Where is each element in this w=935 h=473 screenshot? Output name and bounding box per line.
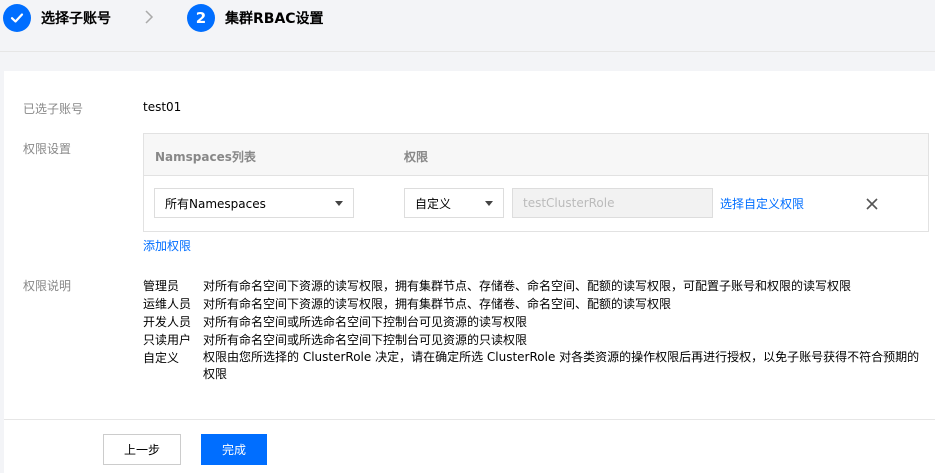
role-custom: 自定义 <box>143 351 180 365</box>
role-dev-desc: 对所有命名空间或所选命名空间下控制台可见资源的读写权限 <box>203 315 528 329</box>
role-custom-desc: 权限由您所选择的 ClusterRole 决定，请在确定所选 ClusterRo… <box>203 350 920 381</box>
rbac-form-card: 已选子账号 test01 权限设置 Namspaces列表 权限 所有Names… <box>4 71 935 473</box>
step-1-label: 选择子账号 <box>41 11 111 27</box>
chevron-right-icon <box>145 10 154 24</box>
role-ops-desc: 对所有命名空间下资源的读写权限，拥有集群节点、存储卷、命名空间、配额的读写权限 <box>203 297 672 311</box>
cluster-role-input: testClusterRole <box>512 188 713 218</box>
permission-table-header: Namspaces列表 权限 <box>144 134 928 176</box>
permission-select[interactable]: 自定义 <box>404 188 504 218</box>
role-admin-desc: 对所有命名空间下资源的读写权限，拥有集群节点、存储卷、命名空间、配额的读写权限，… <box>203 279 852 293</box>
role-ops: 运维人员 <box>143 297 192 311</box>
permission-select-value: 自定义 <box>415 196 452 211</box>
role-dev: 开发人员 <box>143 315 192 329</box>
permission-table: Namspaces列表 权限 所有Namespaces 自定义 testClus… <box>143 133 929 232</box>
namespace-select[interactable]: 所有Namespaces <box>154 188 354 218</box>
add-permission-link[interactable]: 添加权限 <box>143 237 191 254</box>
selected-account-label: 已选子账号 <box>23 102 84 116</box>
step-1: 选择子账号 <box>3 4 111 32</box>
permission-setting-label: 权限设置 <box>23 142 72 156</box>
selected-account-value: test01 <box>143 100 182 114</box>
role-admin: 管理员 <box>143 279 180 293</box>
namespace-select-value: 所有Namespaces <box>165 196 266 211</box>
stepper: 选择子账号 2 集群RBAC设置 <box>0 0 935 52</box>
role-readonly: 只读用户 <box>143 333 192 347</box>
close-icon[interactable] <box>865 197 879 211</box>
footer-divider <box>4 419 935 420</box>
step-2: 2 集群RBAC设置 <box>187 4 324 32</box>
step-2-number: 2 <box>187 4 215 32</box>
check-icon <box>3 4 31 32</box>
caret-down-icon <box>485 201 493 206</box>
col-namespaces-header: Namspaces列表 <box>155 150 256 164</box>
permission-description-label: 权限说明 <box>23 279 72 293</box>
prev-step-button[interactable]: 上一步 <box>103 434 181 465</box>
caret-down-icon <box>335 201 343 206</box>
cluster-role-value: testClusterRole <box>523 196 615 210</box>
col-permission-header: 权限 <box>404 150 429 164</box>
finish-button[interactable]: 完成 <box>201 434 267 465</box>
role-readonly-desc: 对所有命名空间或所选命名空间下控制台可见资源的只读权限 <box>203 333 528 347</box>
choose-custom-permission-link[interactable]: 选择自定义权限 <box>720 195 804 212</box>
step-2-label: 集群RBAC设置 <box>225 11 324 27</box>
